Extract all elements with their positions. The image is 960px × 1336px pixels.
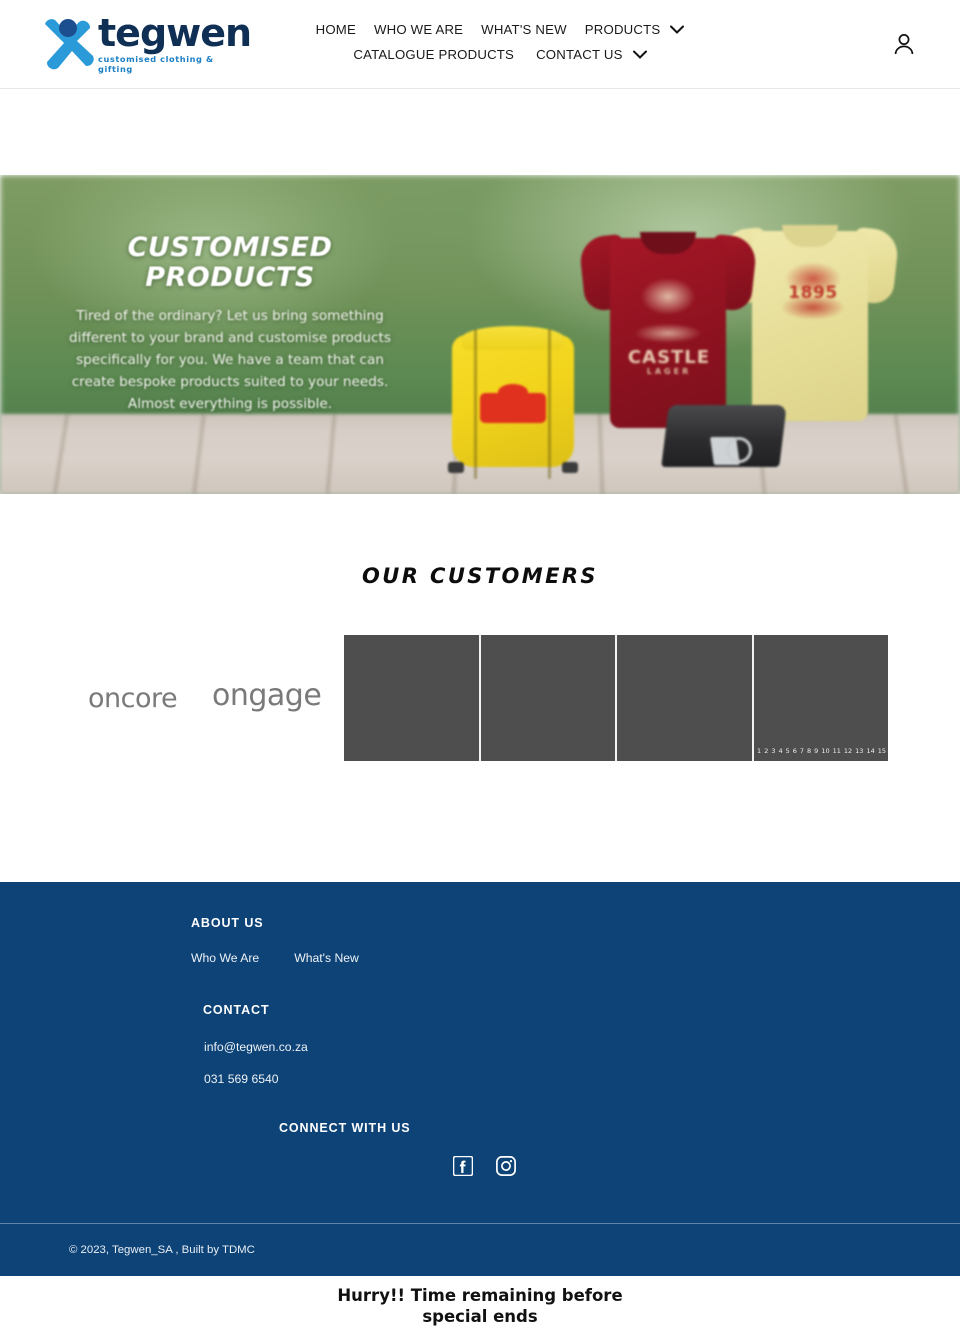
- pager-dot[interactable]: 10: [821, 747, 829, 755]
- pager-dot[interactable]: 8: [807, 747, 811, 755]
- footer-divider: [0, 1223, 960, 1224]
- instagram-icon[interactable]: [496, 1156, 516, 1176]
- primary-nav: HOME WHO WE ARE WHAT'S NEW PRODUCTS CATA…: [250, 22, 750, 62]
- nav-item-who-we-are[interactable]: WHO WE ARE: [374, 22, 463, 37]
- pager-dot[interactable]: 7: [800, 747, 804, 755]
- pager-dot[interactable]: 9: [814, 747, 818, 755]
- nav-label: CONTACT US: [536, 47, 623, 62]
- logo-placeholder[interactable]: 1 2 3 4 5 6 7 8 9 10 11 12 13 14 15: [751, 635, 888, 761]
- hero-drawstring-bag: [448, 326, 578, 479]
- site-footer: ABOUT US Who We Are What's New CONTACT i…: [0, 882, 960, 1276]
- nav-label: CATALOGUE PRODUCTS: [353, 47, 515, 62]
- pager-dot[interactable]: 3: [771, 747, 775, 755]
- nav-item-home[interactable]: HOME: [316, 22, 356, 37]
- nav-row-secondary: CATALOGUE PRODUCTS CONTACT US: [250, 47, 750, 62]
- nav-label: PRODUCTS: [584, 22, 661, 37]
- customer-logo-placeholders: 1 2 3 4 5 6 7 8 9 10 11 12 13 14 15: [344, 635, 888, 761]
- footer-email-link[interactable]: info@tegwen.co.za: [204, 1040, 308, 1054]
- footer-contact-heading: CONTACT: [203, 1003, 270, 1017]
- customers-section: OUR CUSTOMERS oncore ongage 1 2 3 4 5 6 …: [0, 494, 960, 882]
- hero-tshirt-red-print-label: CASTLE: [627, 347, 711, 368]
- logo-wordmark: tegwen: [98, 11, 252, 55]
- footer-link-whats-new[interactable]: What's New: [294, 951, 359, 965]
- hero-banner[interactable]: 1895 CASTLE LAGER CUSTOMISED PRODUCTS Ti…: [0, 175, 960, 494]
- logo-placeholder[interactable]: [344, 635, 479, 761]
- chevron-down-icon[interactable]: [632, 50, 647, 59]
- site-logo[interactable]: tegwen customised clothing & gifting: [38, 13, 252, 75]
- carousel-pagination[interactable]: 1 2 3 4 5 6 7 8 9 10 11 12 13 14 15: [757, 747, 886, 755]
- nav-item-contact-us[interactable]: CONTACT US: [536, 47, 647, 62]
- nav-label: HOME: [315, 22, 356, 37]
- hero-tshirt-red-print-sublabel: LAGER: [646, 367, 692, 376]
- promo-line-1: Hurry!! Time remaining before: [337, 1286, 623, 1305]
- logo-text-block: tegwen customised clothing & gifting: [98, 11, 252, 74]
- page-root: tegwen customised clothing & gifting HOM…: [0, 0, 960, 1336]
- pager-dot[interactable]: 6: [793, 747, 797, 755]
- logo-placeholder[interactable]: [478, 635, 615, 761]
- user-account-icon[interactable]: [893, 32, 915, 56]
- pager-dot[interactable]: 2: [764, 747, 768, 755]
- pager-dot[interactable]: 14: [866, 747, 874, 755]
- site-header: tegwen customised clothing & gifting HOM…: [0, 0, 960, 89]
- nav-label: WHAT'S NEW: [481, 22, 567, 37]
- pager-dot[interactable]: 12: [844, 747, 852, 755]
- pager-dot[interactable]: 4: [778, 747, 782, 755]
- chevron-down-icon[interactable]: [670, 25, 685, 34]
- hero-body-text: Tired of the ordinary? Let us bring some…: [69, 308, 391, 412]
- hero-tshirt-cream-print-label: 1895: [788, 283, 838, 303]
- footer-connect-heading: CONNECT WITH US: [279, 1121, 411, 1135]
- customer-logo-ongage[interactable]: ongage: [212, 678, 322, 713]
- hero-phone-ring: [726, 437, 752, 463]
- footer-link-who-we-are[interactable]: Who We Are: [191, 951, 259, 965]
- promo-banner: Hurry!! Time remaining before special en…: [0, 1276, 960, 1336]
- customer-logo-oncore[interactable]: oncore: [88, 683, 178, 714]
- logo-placeholder[interactable]: [615, 635, 752, 761]
- footer-about-links: Who We Are What's New: [191, 951, 359, 965]
- nav-item-catalogue-products[interactable]: CATALOGUE PRODUCTS: [353, 47, 514, 62]
- promo-line-2: special ends: [422, 1307, 538, 1326]
- page-title: OUR CUSTOMERS: [362, 564, 598, 588]
- x-logo-icon: [38, 16, 96, 72]
- footer-social-links: [452, 1155, 516, 1177]
- pager-dot[interactable]: 15: [878, 747, 886, 755]
- pager-dot[interactable]: 5: [786, 747, 790, 755]
- nav-label: WHO WE ARE: [373, 22, 464, 37]
- logo-tagline: customised clothing & gifting: [98, 54, 214, 74]
- customer-logo-strip: oncore ongage 1 2 3 4 5 6 7 8 9 10 11 12…: [0, 635, 960, 761]
- footer-phone-number: 031 569 6540: [204, 1072, 279, 1086]
- pager-dot[interactable]: 1: [757, 747, 761, 755]
- nav-item-whats-new[interactable]: WHAT'S NEW: [481, 22, 567, 37]
- pager-dot[interactable]: 11: [833, 747, 841, 755]
- promo-banner-text: Hurry!! Time remaining before special en…: [315, 1285, 645, 1327]
- hero-title: CUSTOMISED PRODUCTS: [127, 232, 333, 293]
- hero-copy-block: CUSTOMISED PRODUCTS Tired of the ordinar…: [60, 233, 400, 415]
- footer-copyright: © 2023, Tegwen_SA , Built by TDMC: [69, 1244, 255, 1256]
- pager-dot[interactable]: 13: [855, 747, 863, 755]
- facebook-icon[interactable]: [452, 1155, 474, 1177]
- footer-about-heading: ABOUT US: [191, 916, 264, 930]
- nav-item-products[interactable]: PRODUCTS: [585, 22, 685, 37]
